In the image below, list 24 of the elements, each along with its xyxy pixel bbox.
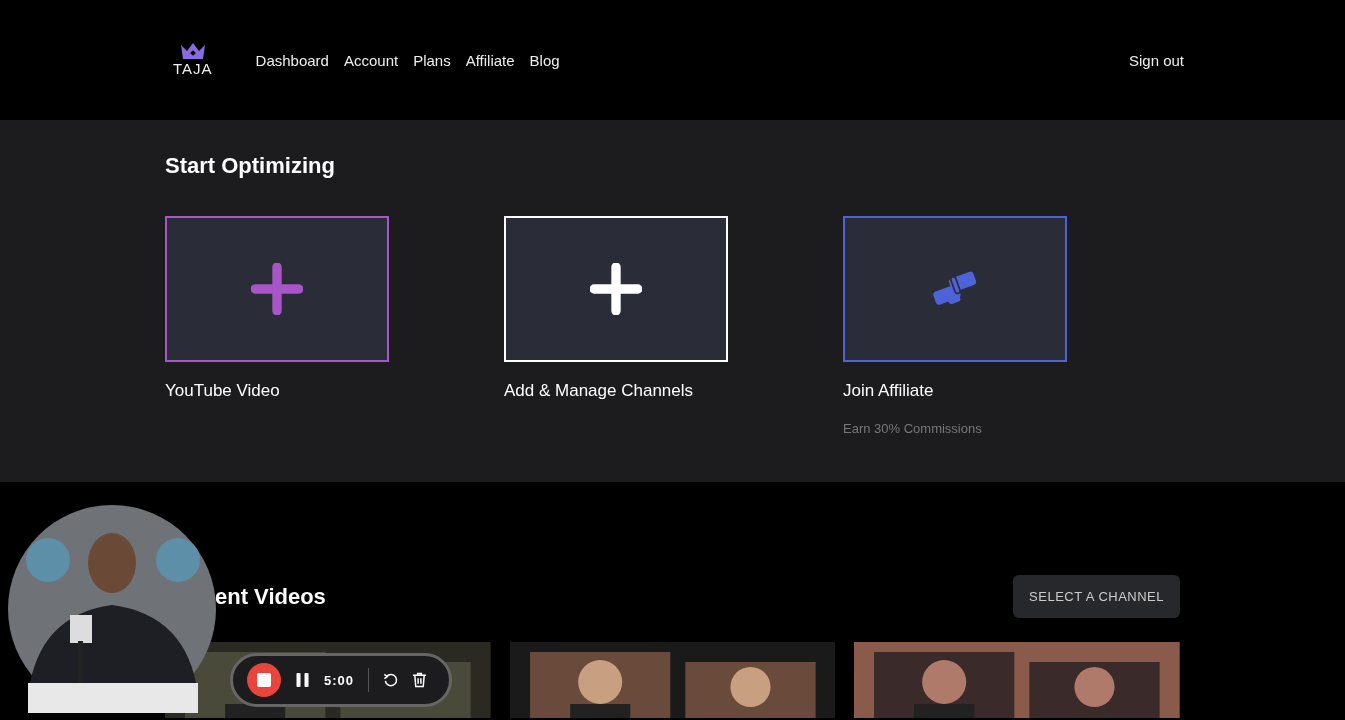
restart-icon[interactable] — [383, 672, 399, 688]
card-label[interactable]: YouTube Video — [165, 381, 389, 401]
card-sublabel: Earn 30% Commissions — [843, 421, 983, 436]
card-tile[interactable] — [843, 216, 1067, 362]
nav-link[interactable]: Dashboard — [255, 51, 329, 69]
stop-button[interactable] — [247, 663, 281, 697]
nav-link[interactable]: Plans — [413, 51, 451, 69]
section-title: ent Videos — [214, 583, 326, 610]
card-label[interactable]: Join Affiliate — [843, 381, 1067, 401]
timer: 5:00 — [324, 672, 355, 688]
crown-icon — [179, 41, 206, 60]
section-title: Start Optimizing — [165, 152, 336, 179]
plus-icon — [251, 263, 303, 315]
trash-icon[interactable] — [412, 672, 428, 688]
nav-link[interactable]: Blog — [529, 51, 560, 69]
logo-text: TAJA — [173, 59, 213, 77]
plus-icon — [590, 263, 642, 315]
sign-out-link[interactable]: Sign out — [1128, 51, 1184, 69]
nav-link[interactable]: Affiliate — [465, 51, 515, 69]
card-label[interactable]: Add & Manage Channels — [504, 381, 728, 401]
select-channel-button[interactable]: SELECT A CHANNEL — [1013, 575, 1180, 618]
nav-link[interactable]: Account — [343, 51, 399, 69]
card-tile[interactable] — [165, 216, 389, 362]
pause-icon[interactable] — [295, 672, 310, 688]
